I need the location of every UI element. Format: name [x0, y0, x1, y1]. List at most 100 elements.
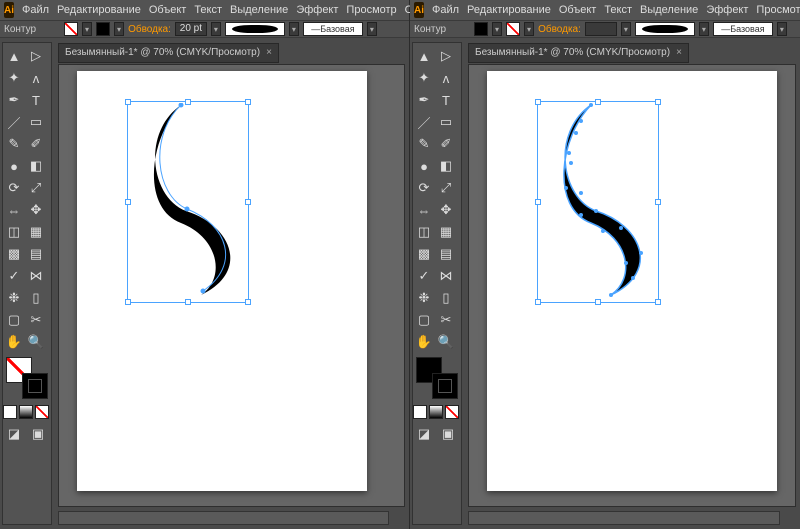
blob-brush-tool-icon[interactable]: ●: [413, 155, 435, 177]
gradient-tool-icon[interactable]: ▤: [25, 243, 47, 265]
selection-tool-icon[interactable]: ▲: [3, 45, 25, 67]
direct-select-tool-icon[interactable]: ▷: [25, 45, 47, 67]
fill-stroke-control[interactable]: [6, 357, 48, 399]
brush-preview[interactable]: [225, 22, 285, 36]
width-tool-icon[interactable]: ⇔: [413, 199, 435, 221]
menu-file[interactable]: Файл: [22, 4, 49, 16]
artboard-tool-icon[interactable]: ▢: [413, 309, 435, 331]
rectangle-tool-icon[interactable]: ▭: [25, 111, 47, 133]
fill-swatch[interactable]: [474, 22, 488, 36]
close-icon[interactable]: ×: [676, 47, 682, 58]
stroke-weight-stepper-icon[interactable]: ▾: [211, 22, 221, 36]
menu-effect[interactable]: Эффект: [296, 4, 338, 16]
selection-bbox[interactable]: [127, 101, 249, 303]
style-preview[interactable]: — Базовая: [713, 22, 773, 36]
pencil-tool-icon[interactable]: ✐: [435, 133, 457, 155]
slice-tool-icon[interactable]: ✂: [435, 309, 457, 331]
magic-wand-tool-icon[interactable]: ✦: [413, 67, 435, 89]
screen-mode-icon[interactable]: ▣: [27, 423, 49, 445]
color-mode-gradient-icon[interactable]: [19, 405, 33, 419]
rotate-tool-icon[interactable]: ⟳: [3, 177, 25, 199]
line-tool-icon[interactable]: ／: [3, 111, 25, 133]
canvas-viewport[interactable]: [58, 64, 405, 507]
eraser-tool-icon[interactable]: ◧: [435, 155, 457, 177]
draw-mode-icon[interactable]: ◪: [3, 423, 25, 445]
slice-tool-icon[interactable]: ✂: [25, 309, 47, 331]
mesh-tool-icon[interactable]: ▩: [413, 243, 435, 265]
horizontal-scrollbar[interactable]: [468, 511, 780, 525]
hand-tool-icon[interactable]: ✋: [3, 331, 25, 353]
fill-swatch[interactable]: [64, 22, 78, 36]
blob-brush-tool-icon[interactable]: ●: [3, 155, 25, 177]
pen-tool-icon[interactable]: ✒: [413, 89, 435, 111]
direct-select-tool-icon[interactable]: ▷: [435, 45, 457, 67]
color-mode-none-icon[interactable]: [445, 405, 459, 419]
close-icon[interactable]: ×: [266, 47, 272, 58]
color-mode-solid-icon[interactable]: [413, 405, 427, 419]
document-tab[interactable]: Безымянный-1* @ 70% (CMYK/Просмотр) ×: [468, 43, 689, 63]
style-dropdown-icon[interactable]: ▾: [367, 22, 377, 36]
stroke-weight-input[interactable]: 20 pt: [175, 22, 207, 36]
menu-edit[interactable]: Редактирование: [467, 4, 551, 16]
brush-preview[interactable]: [635, 22, 695, 36]
pencil-tool-icon[interactable]: ✐: [25, 133, 47, 155]
scale-tool-icon[interactable]: ⤢: [25, 177, 47, 199]
stroke-dropdown-icon[interactable]: ▾: [114, 22, 124, 36]
menu-edit[interactable]: Редактирование: [57, 4, 141, 16]
style-dropdown-icon[interactable]: ▾: [777, 22, 787, 36]
brush-tool-icon[interactable]: ✎: [413, 133, 435, 155]
menu-object[interactable]: Объект: [149, 4, 186, 16]
blend-tool-icon[interactable]: ⋈: [435, 265, 457, 287]
rectangle-tool-icon[interactable]: ▭: [435, 111, 457, 133]
stroke-link-label[interactable]: Обводка:: [538, 24, 581, 35]
style-preview[interactable]: — Базовая: [303, 22, 363, 36]
hand-tool-icon[interactable]: ✋: [413, 331, 435, 353]
pen-tool-icon[interactable]: ✒: [3, 89, 25, 111]
type-tool-icon[interactable]: T: [435, 89, 457, 111]
stroke-box[interactable]: [22, 373, 48, 399]
eraser-tool-icon[interactable]: ◧: [25, 155, 47, 177]
artboard-tool-icon[interactable]: ▢: [3, 309, 25, 331]
menu-effect[interactable]: Эффект: [706, 4, 748, 16]
blend-tool-icon[interactable]: ⋈: [25, 265, 47, 287]
shape-builder-tool-icon[interactable]: ◫: [3, 221, 25, 243]
screen-mode-icon[interactable]: ▣: [437, 423, 459, 445]
shape-builder-tool-icon[interactable]: ◫: [413, 221, 435, 243]
menu-view[interactable]: Просмотр: [756, 4, 800, 16]
selection-bbox[interactable]: [537, 101, 659, 303]
symbol-spray-tool-icon[interactable]: ❉: [413, 287, 435, 309]
menu-view[interactable]: Просмотр: [346, 4, 396, 16]
menu-text[interactable]: Текст: [604, 4, 632, 16]
brush-dropdown-icon[interactable]: ▾: [699, 22, 709, 36]
stroke-swatch[interactable]: [96, 22, 110, 36]
stroke-box[interactable]: [432, 373, 458, 399]
eyedropper-tool-icon[interactable]: ✓: [3, 265, 25, 287]
horizontal-scrollbar[interactable]: [58, 511, 389, 525]
gradient-tool-icon[interactable]: ▤: [435, 243, 457, 265]
brush-tool-icon[interactable]: ✎: [3, 133, 25, 155]
mesh-tool-icon[interactable]: ▩: [3, 243, 25, 265]
lasso-tool-icon[interactable]: ʌ: [435, 67, 457, 89]
scale-tool-icon[interactable]: ⤢: [435, 177, 457, 199]
stroke-swatch[interactable]: [506, 22, 520, 36]
type-tool-icon[interactable]: T: [25, 89, 47, 111]
document-tab[interactable]: Безымянный-1* @ 70% (CMYK/Просмотр) ×: [58, 43, 279, 63]
zoom-tool-icon[interactable]: 🔍: [435, 331, 457, 353]
draw-mode-icon[interactable]: ◪: [413, 423, 435, 445]
rotate-tool-icon[interactable]: ⟳: [413, 177, 435, 199]
menu-select[interactable]: Выделение: [230, 4, 288, 16]
graph-tool-icon[interactable]: ▯: [435, 287, 457, 309]
eyedropper-tool-icon[interactable]: ✓: [413, 265, 435, 287]
color-mode-none-icon[interactable]: [35, 405, 49, 419]
menu-select[interactable]: Выделение: [640, 4, 698, 16]
stroke-weight-stepper-icon[interactable]: ▾: [621, 22, 631, 36]
free-transform-tool-icon[interactable]: ✥: [25, 199, 47, 221]
line-tool-icon[interactable]: ／: [413, 111, 435, 133]
menu-file[interactable]: Файл: [432, 4, 459, 16]
stroke-weight-input[interactable]: [585, 22, 617, 36]
fill-dropdown-icon[interactable]: ▾: [82, 22, 92, 36]
fill-stroke-control[interactable]: [416, 357, 458, 399]
brush-dropdown-icon[interactable]: ▾: [289, 22, 299, 36]
perspective-tool-icon[interactable]: ▦: [25, 221, 47, 243]
symbol-spray-tool-icon[interactable]: ❉: [3, 287, 25, 309]
